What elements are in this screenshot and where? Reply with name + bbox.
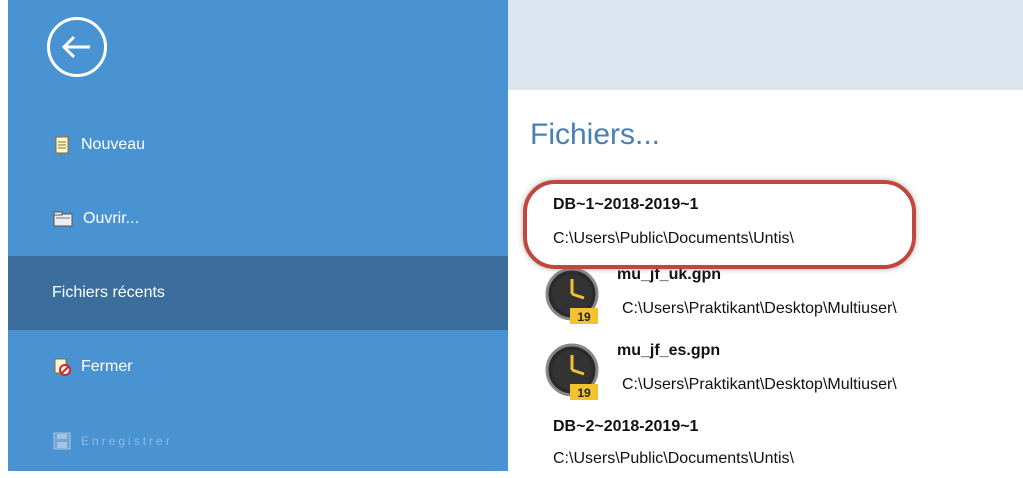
menu-label: Fichiers récents [52,284,165,301]
menu-label: Nouveau [81,136,146,153]
menu-label: Ouvrir... [83,210,140,227]
calendar-badge: 19 [577,386,591,400]
new-document-icon [53,136,71,154]
file-path: C:\Users\Public\Documents\Untis\ [553,450,794,467]
window-edge [0,0,8,471]
menu-item-enregistrer: Enregistrer [8,404,508,478]
menu-item-fichiers-recents[interactable]: Fichiers récents [8,256,508,330]
file-path: C:\Users\Praktikant\Desktop\Multiuser\ [622,300,897,317]
save-icon [53,432,71,450]
calendar-badge: 19 [577,310,591,324]
file-name: mu_jf_es.gpn [617,342,721,359]
file-name: DB~2~2018-2019~1 [553,418,699,435]
menu-label: Fermer [81,358,133,375]
page-title: Fichiers... [530,118,661,151]
menu-label: Enregistrer [81,434,173,448]
clock-file-icon: 19 [542,340,604,409]
clock-file-icon: 19 [542,264,604,333]
open-folder-icon [53,210,73,228]
highlight-annotation [523,180,916,269]
close-document-icon [53,358,71,376]
back-arrow-icon [61,35,90,59]
back-button[interactable] [47,17,107,77]
menu-item-fermer[interactable]: Fermer [8,330,508,404]
menu-item-ouvrir[interactable]: Ouvrir... [8,182,508,256]
menu-item-nouveau[interactable]: Nouveau [8,108,508,182]
file-path: C:\Users\Praktikant\Desktop\Multiuser\ [622,376,897,393]
